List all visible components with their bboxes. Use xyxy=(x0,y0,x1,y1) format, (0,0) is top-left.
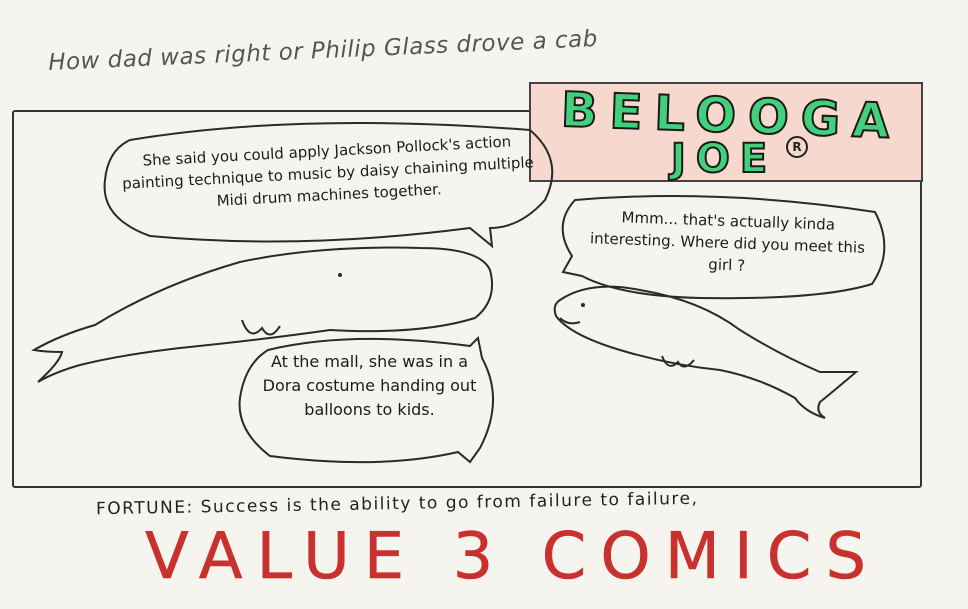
sperm-whale-eye xyxy=(338,273,342,277)
bubble-text-bottom: At the mall, she was in a Dora costume h… xyxy=(262,352,477,419)
beluga-whale xyxy=(553,285,859,419)
sperm-whale-flipper xyxy=(241,319,281,336)
beluga-eye xyxy=(581,303,585,307)
bubble-text-right: Mmm... that's actually kinda interesting… xyxy=(589,208,866,275)
footer-text: VALUE 3 COMICS xyxy=(145,520,881,595)
